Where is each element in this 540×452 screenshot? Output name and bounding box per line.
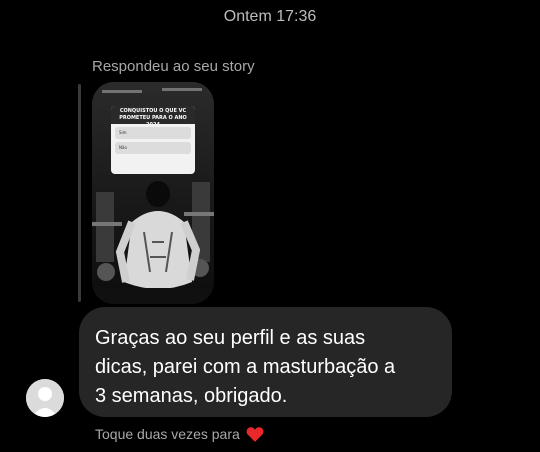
story-poll-card: CONQUISTOU O QUE VC PROMETEU PARA O ANO … <box>111 106 195 174</box>
sender-avatar[interactable] <box>26 379 64 417</box>
story-poll-option-yes: Sim <box>115 127 191 139</box>
story-poll-option-no: Não <box>115 142 191 154</box>
double-tap-hint: Toque duas vezes para <box>95 426 264 445</box>
story-poll-question: CONQUISTOU O QUE VC PROMETEU PARA O ANO … <box>111 106 195 124</box>
reply-quote-bar <box>78 84 81 302</box>
story-preview[interactable]: CONQUISTOU O QUE VC PROMETEU PARA O ANO … <box>92 82 214 304</box>
heart-icon <box>246 426 264 445</box>
story-reply-note: Respondeu ao seu story <box>92 58 255 75</box>
default-avatar-icon <box>26 379 64 417</box>
double-tap-hint-text: Toque duas vezes para <box>95 426 240 442</box>
message-timestamp: Ontem 17:36 <box>223 8 317 25</box>
message-bubble[interactable]: Graças ao seu perfil e as suas dicas, pa… <box>79 307 452 417</box>
